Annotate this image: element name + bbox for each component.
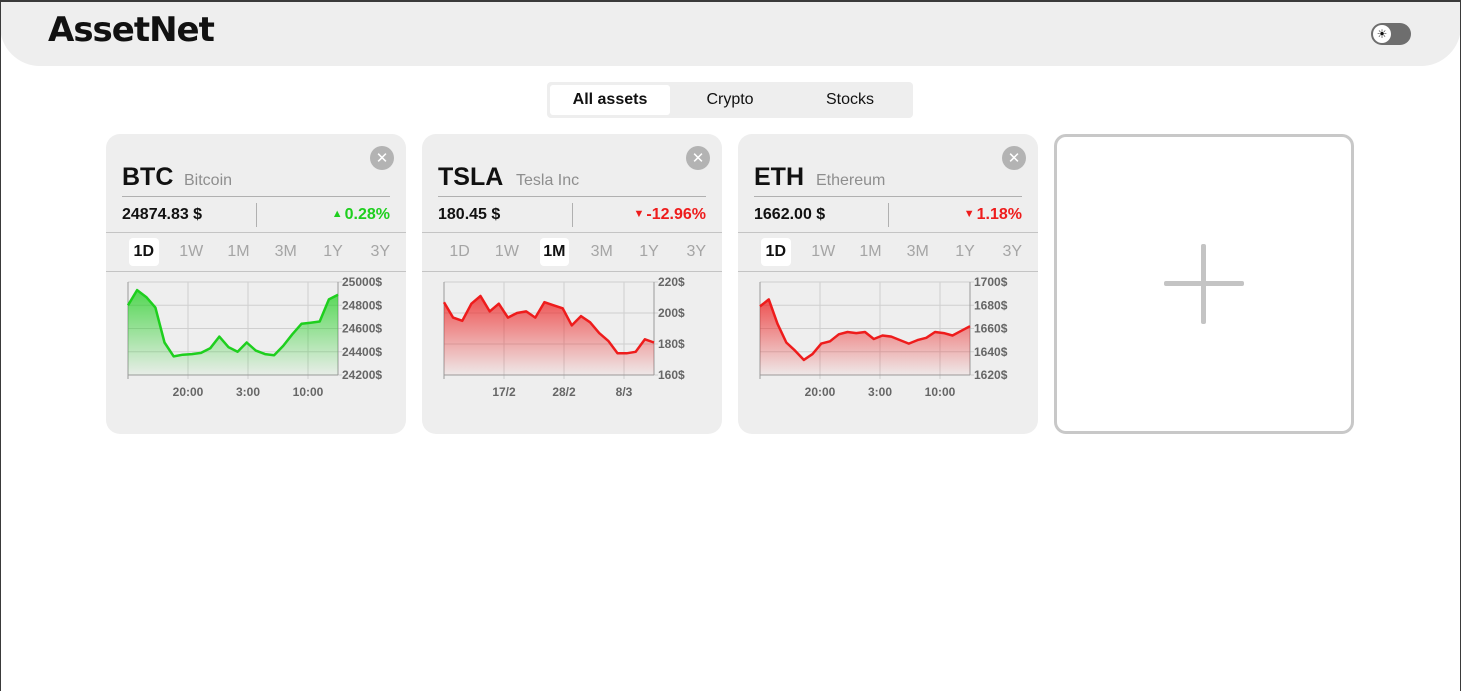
- range-1y[interactable]: 1Y: [625, 238, 672, 266]
- divider: [738, 232, 1038, 233]
- close-icon[interactable]: ✕: [686, 146, 710, 170]
- asset-card-btc[interactable]: ✕ BTC Bitcoin 24874.83 $ ▲ 0.28% 1D 1W 1M 3M…: [106, 134, 406, 434]
- range-3y[interactable]: 3Y: [357, 238, 404, 266]
- app-logo[interactable]: AssetNet: [48, 10, 215, 50]
- y-tick-label: 180$: [658, 337, 685, 351]
- y-tick-label: 160$: [658, 368, 685, 382]
- asset-symbol: TSLA: [438, 163, 504, 191]
- asset-price: 1662.00 $: [754, 206, 826, 223]
- app-header: AssetNet ☀: [0, 0, 1461, 66]
- price-change: ▼ 1.18%: [964, 206, 1022, 224]
- price-chart[interactable]: 220$ 200$ 180$ 160$ 17/2 28/2 8/3: [422, 272, 722, 404]
- range-1m[interactable]: 1M: [539, 238, 570, 266]
- y-tick-label: 24800$: [342, 298, 382, 312]
- price-chart[interactable]: 25000$ 24800$ 24600$ 24400$ 24200$ 20:00 3:00 1…: [106, 272, 406, 404]
- sun-icon: ☀: [1373, 25, 1391, 43]
- asset-card-tsla[interactable]: ✕ TSLA Tesla Inc 180.45 $ ▼ -12.96% 1D 1W 1…: [422, 134, 722, 434]
- range-1m[interactable]: 1M: [215, 238, 262, 266]
- price-change: ▲ 0.28%: [332, 206, 390, 224]
- price-area: [760, 299, 970, 375]
- divider: [122, 196, 390, 197]
- range-3m[interactable]: 3M: [894, 238, 941, 266]
- price-area: [444, 296, 654, 375]
- triangle-up-icon: ▲: [331, 208, 343, 220]
- time-range-selector: 1D 1W 1M 3M 1Y 3Y: [436, 238, 720, 266]
- asset-card-eth[interactable]: ✕ ETH Ethereum 1662.00 $ ▼ 1.18% 1D 1W 1M 3M…: [738, 134, 1038, 434]
- range-1d[interactable]: 1D: [761, 238, 791, 266]
- time-range-selector: 1D 1W 1M 3M 1Y 3Y: [120, 238, 404, 266]
- tab-stocks[interactable]: Stocks: [790, 85, 910, 115]
- y-tick-label: 24600$: [342, 322, 382, 336]
- range-1d[interactable]: 1D: [129, 238, 159, 266]
- x-tick-label: 17/2: [492, 385, 516, 399]
- y-tick-label: 1620$: [974, 368, 1008, 382]
- price-chart[interactable]: 1700$ 1680$ 1660$ 1640$ 1620$ 20:00 3:00 10:00: [738, 272, 1038, 404]
- divider: [422, 232, 722, 233]
- asset-name: Bitcoin: [184, 172, 233, 189]
- y-tick-label: 220$: [658, 275, 685, 289]
- divider: [438, 196, 706, 197]
- range-3m[interactable]: 3M: [578, 238, 625, 266]
- y-tick-label: 24200$: [342, 368, 382, 382]
- plus-icon: [1164, 244, 1244, 324]
- y-tick-label: 1660$: [974, 322, 1008, 336]
- triangle-down-icon: ▼: [633, 208, 645, 220]
- price-change: ▼ -12.96%: [634, 206, 706, 224]
- x-tick-label: 20:00: [805, 385, 836, 399]
- range-3y[interactable]: 3Y: [989, 238, 1036, 266]
- range-1y[interactable]: 1Y: [309, 238, 356, 266]
- range-1y[interactable]: 1Y: [941, 238, 988, 266]
- divider: [754, 196, 1022, 197]
- price-change-value: 1.18%: [976, 206, 1022, 223]
- asset-name: Ethereum: [816, 172, 886, 189]
- price-change-value: -12.96%: [646, 206, 706, 223]
- y-tick-label: 200$: [658, 306, 685, 320]
- tab-crypto[interactable]: Crypto: [670, 85, 790, 115]
- tab-all-assets[interactable]: All assets: [550, 85, 670, 115]
- add-asset-card[interactable]: [1054, 134, 1354, 434]
- asset-price: 180.45 $: [438, 206, 501, 223]
- time-range-selector: 1D 1W 1M 3M 1Y 3Y: [752, 238, 1036, 266]
- range-1w[interactable]: 1W: [168, 238, 215, 266]
- triangle-down-icon: ▼: [963, 208, 975, 220]
- y-tick-label: 25000$: [342, 275, 382, 289]
- x-tick-label: 10:00: [925, 385, 956, 399]
- close-icon[interactable]: ✕: [1002, 146, 1026, 170]
- range-1m[interactable]: 1M: [847, 238, 894, 266]
- range-1w[interactable]: 1W: [800, 238, 847, 266]
- x-tick-label: 28/2: [552, 385, 576, 399]
- range-3m[interactable]: 3M: [262, 238, 309, 266]
- y-tick-label: 1700$: [974, 275, 1008, 289]
- divider: [256, 203, 257, 227]
- asset-symbol: BTC: [122, 163, 174, 191]
- y-tick-label: 1680$: [974, 298, 1008, 312]
- x-tick-label: 20:00: [173, 385, 204, 399]
- range-1d[interactable]: 1D: [436, 238, 483, 266]
- x-tick-label: 3:00: [868, 385, 892, 399]
- theme-toggle[interactable]: ☀: [1371, 23, 1411, 45]
- divider: [572, 203, 573, 227]
- divider: [888, 203, 889, 227]
- range-3y[interactable]: 3Y: [673, 238, 720, 266]
- x-tick-label: 8/3: [616, 385, 633, 399]
- x-tick-label: 3:00: [236, 385, 260, 399]
- y-tick-label: 24400$: [342, 345, 382, 359]
- asset-price: 24874.83 $: [122, 206, 203, 223]
- asset-symbol: ETH: [754, 163, 804, 191]
- asset-name: Tesla Inc: [516, 172, 580, 189]
- close-icon[interactable]: ✕: [370, 146, 394, 170]
- range-1w[interactable]: 1W: [483, 238, 530, 266]
- x-tick-label: 10:00: [293, 385, 324, 399]
- divider: [106, 232, 406, 233]
- price-area: [128, 290, 338, 375]
- asset-filter-tabs: All assets Crypto Stocks: [547, 82, 913, 118]
- price-change-value: 0.28%: [344, 206, 390, 223]
- y-tick-label: 1640$: [974, 345, 1008, 359]
